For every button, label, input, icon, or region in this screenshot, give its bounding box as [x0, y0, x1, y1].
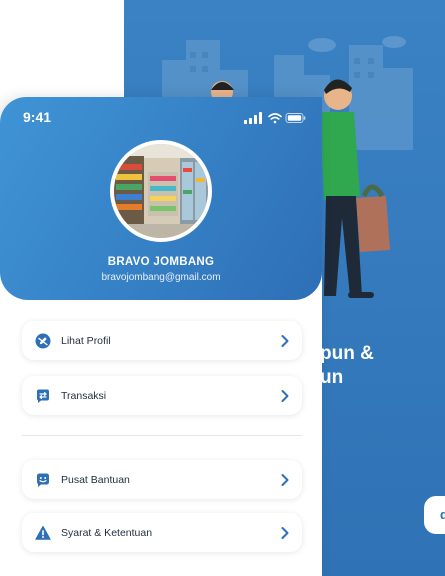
wifi-icon — [268, 113, 282, 124]
menu-label: Lihat Profil — [61, 334, 111, 347]
avatar[interactable] — [110, 140, 212, 242]
menu-label: Transaksi — [61, 389, 107, 402]
menu-divider — [22, 435, 302, 436]
menu-label: Pusat Bantuan — [61, 473, 130, 486]
profile-screen: 9:41 BRAVO JOMBANG bravojombang@gmail.co… — [0, 97, 322, 576]
onboarding-button[interactable]: d — [424, 496, 445, 534]
profile-header: 9:41 BRAVO JOMBANG bravojombang@gmail.co… — [0, 97, 322, 300]
transaction-icon — [35, 388, 51, 404]
onboarding-headline: pun & un — [320, 343, 374, 388]
profile-email: bravojombang@gmail.com — [101, 272, 221, 283]
menu-item-lihat-profil[interactable]: Lihat Profil — [22, 321, 302, 360]
chevron-right-icon — [280, 473, 290, 487]
chevron-right-icon — [280, 526, 290, 540]
store-photo — [114, 144, 208, 238]
status-time: 9:41 — [23, 109, 52, 125]
signal-icon — [244, 112, 262, 124]
menu-item-pusat-bantuan[interactable]: Pusat Bantuan — [22, 460, 302, 499]
warning-icon — [35, 525, 51, 541]
menu-item-syarat-ketentuan[interactable]: Syarat & Ketentuan — [22, 513, 302, 552]
chevron-right-icon — [280, 334, 290, 348]
chevron-right-icon — [280, 389, 290, 403]
edit-profile-icon — [35, 333, 51, 349]
menu-item-transaksi[interactable]: Transaksi — [22, 376, 302, 415]
profile-name: BRAVO JOMBANG — [107, 256, 215, 268]
status-icons — [244, 112, 306, 124]
help-center-icon — [35, 472, 51, 488]
battery-icon — [285, 113, 306, 123]
menu-label: Syarat & Ketentuan — [61, 526, 153, 539]
